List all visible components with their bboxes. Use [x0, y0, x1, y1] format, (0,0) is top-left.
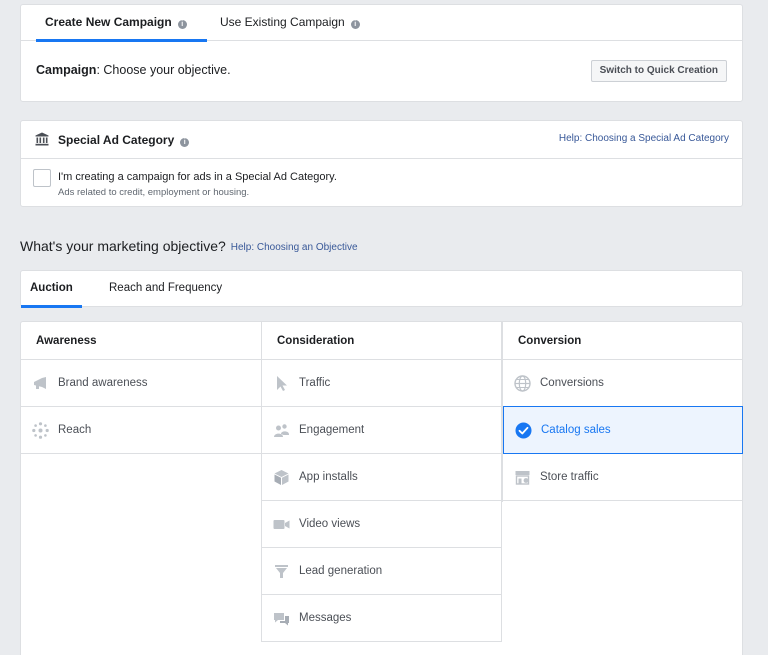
conversion-column: Conversion Conversions Catalog sales Sto… [502, 322, 743, 502]
objective-app-installs[interactable]: App installs [262, 454, 501, 501]
tab-auction[interactable]: Auction [21, 271, 82, 308]
chat-icon [274, 613, 289, 626]
store-icon [515, 471, 530, 485]
globe-icon [514, 375, 531, 392]
objective-traffic[interactable]: Traffic [262, 360, 501, 407]
objective-heading-text: What's your marketing objective? [20, 238, 226, 254]
campaign-label: Campaign [36, 63, 97, 77]
objective-reach[interactable]: Reach [21, 407, 261, 454]
tab-label: Use Existing Campaign [220, 15, 345, 29]
tab-create-new-campaign[interactable]: Create New Campaign i [36, 5, 207, 42]
objective-label: Video views [299, 518, 361, 530]
objective-label: Brand awareness [58, 377, 148, 389]
awareness-column: Awareness Brand awareness Reach [21, 322, 262, 454]
campaign-card: Create New Campaign i Use Existing Campai… [20, 4, 743, 102]
campaign-tabs: Create New Campaign i Use Existing Campai… [21, 5, 742, 42]
info-icon[interactable]: i [180, 138, 190, 147]
objective-label: Conversions [540, 377, 604, 389]
column-header-consideration: Consideration [262, 322, 501, 360]
objective-label: Store traffic [540, 471, 599, 483]
reach-icon [32, 422, 49, 439]
objective-brand-awareness[interactable]: Brand awareness [21, 360, 261, 407]
switch-to-quick-creation-button[interactable]: Switch to Quick Creation [590, 60, 727, 82]
cursor-icon [277, 376, 287, 391]
objective-help-link[interactable]: Help: Choosing an Objective [231, 242, 358, 253]
special-ad-checkbox[interactable] [33, 169, 51, 187]
box-icon [274, 470, 289, 485]
tab-label: Create New Campaign [45, 15, 172, 29]
objectives-grid: Awareness Brand awareness Reach Consider… [20, 321, 743, 655]
campaign-objective-row: Campaign: Choose your objective. [36, 63, 231, 77]
check-circle-icon [515, 422, 532, 439]
campaign-prompt: : Choose your objective. [96, 63, 231, 77]
objective-label: App installs [299, 471, 358, 483]
objective-catalog-sales[interactable]: Catalog sales [503, 406, 743, 454]
special-ad-title-text: Special Ad Category [58, 133, 175, 147]
objective-heading: What's your marketing objective? Help: Ch… [20, 238, 358, 254]
special-ad-title: Special Ad Category i [58, 133, 190, 147]
objective-label: Messages [299, 612, 352, 624]
objective-label: Engagement [299, 424, 365, 436]
column-header-awareness: Awareness [21, 322, 261, 360]
column-header-conversion: Conversion [503, 322, 743, 360]
objective-store-traffic[interactable]: Store traffic [503, 454, 743, 501]
objective-lead-generation[interactable]: Lead generation [262, 548, 501, 595]
info-icon[interactable]: i [177, 20, 187, 29]
special-ad-checkbox-label[interactable]: I'm creating a campaign for ads in a Spe… [58, 171, 337, 183]
objective-label: Traffic [299, 377, 331, 389]
special-ad-help-link[interactable]: Help: Choosing a Special Ad Category [559, 133, 729, 144]
tab-use-existing-campaign[interactable]: Use Existing Campaign i [220, 5, 360, 41]
buying-type-tabs: Auction Reach and Frequency [20, 270, 743, 308]
bank-icon [35, 132, 49, 146]
megaphone-icon [34, 377, 46, 389]
objective-conversions[interactable]: Conversions [503, 360, 743, 407]
special-ad-category-card: Special Ad Category i Help: Choosing a Sp… [20, 120, 743, 207]
funnel-icon [275, 565, 288, 578]
people-icon [274, 424, 289, 437]
tab-reach-and-frequency[interactable]: Reach and Frequency [109, 271, 222, 307]
objective-messages[interactable]: Messages [262, 595, 501, 642]
video-icon [273, 520, 290, 529]
objective-label: Catalog sales [541, 424, 611, 436]
special-ad-checkbox-description: Ads related to credit, employment or hou… [58, 187, 250, 198]
objective-video-views[interactable]: Video views [262, 501, 501, 548]
objective-label: Lead generation [299, 565, 383, 577]
objective-engagement[interactable]: Engagement [262, 407, 501, 454]
consideration-column: Consideration Traffic Engagement App ins… [261, 322, 502, 642]
info-icon[interactable]: i [350, 20, 360, 29]
objective-label: Reach [58, 424, 92, 436]
special-ad-header: Special Ad Category i Help: Choosing a Sp… [21, 121, 742, 159]
